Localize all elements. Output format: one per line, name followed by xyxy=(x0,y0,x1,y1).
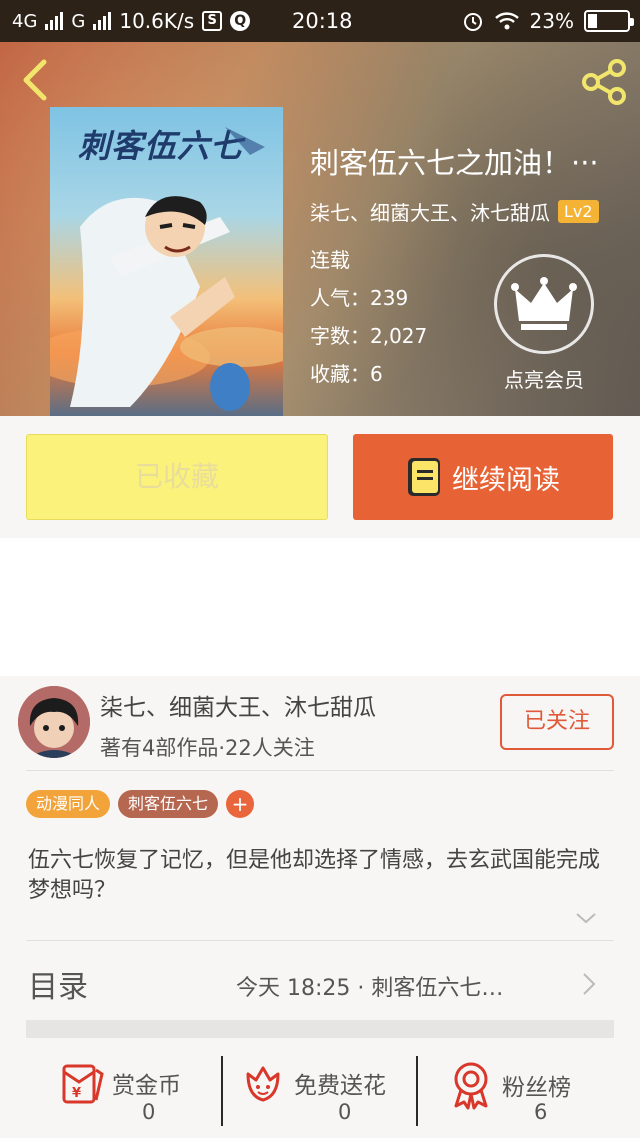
follow-button[interactable]: 已关注 xyxy=(500,694,614,750)
send-flower-button[interactable]: 免费送花 xyxy=(240,1060,386,1106)
fan-ranking-count: 6 xyxy=(534,1100,548,1124)
back-icon[interactable] xyxy=(16,58,56,102)
author-section: 柒七、细菌大王、沐七甜瓜 著有4部作品·22人关注 已关注 xyxy=(0,676,640,772)
book-title: 刺客伍六七之加油！··· xyxy=(310,146,599,180)
chevron-down-icon[interactable] xyxy=(575,910,597,926)
favorites-stat: 收藏：6 xyxy=(310,362,383,386)
fan-ranking-label: 粉丝榜 xyxy=(502,1075,571,1101)
author-stats: 著有4部作品·22人关注 xyxy=(100,736,315,760)
send-flower-label: 免费送花 xyxy=(294,1073,386,1099)
divider xyxy=(26,770,614,771)
interaction-bar: ¥ 赏金币 0 免费送花 0 粉丝榜 6 xyxy=(0,1050,640,1138)
book-header: 刺客伍六七 刺客伍六七之加油！··· 柒七、细菌大王、沐七甜瓜 Lv2 连载 人… xyxy=(0,42,640,416)
book-description: 伍六七恢复了记忆，但是他却选择了情感，去玄武国能完成梦想吗？ xyxy=(28,848,601,903)
word-count-stat: 字数：2,027 xyxy=(310,324,428,348)
tag-list: 动漫同人 刺客伍六七 + xyxy=(26,790,255,818)
toc-label: 目录 xyxy=(28,970,88,1005)
alarm-icon xyxy=(463,13,482,31)
battery-fill xyxy=(588,14,597,28)
clock: 20:18 xyxy=(292,9,353,33)
avatar-image xyxy=(18,686,90,758)
fan-ranking-button[interactable]: 粉丝榜 xyxy=(448,1060,571,1110)
book-cover[interactable]: 刺客伍六七 xyxy=(50,107,283,416)
signal-strength-icon-2 xyxy=(93,12,112,30)
book-authors[interactable]: 柒七、细菌大王、沐七甜瓜 xyxy=(310,197,550,226)
battery-icon xyxy=(584,10,634,32)
separator-bar xyxy=(26,1020,614,1038)
author-name[interactable]: 柒七、细菌大王、沐七甜瓜 xyxy=(100,688,376,722)
svg-text:¥: ¥ xyxy=(72,1086,81,1101)
status-right: 23% xyxy=(462,9,634,33)
network-speed: 10.6K/s xyxy=(119,9,195,33)
send-flower-count: 0 xyxy=(338,1100,352,1124)
vertical-divider xyxy=(221,1056,223,1126)
table-of-contents-row[interactable]: 目录 今天 18:25 · 刺客伍六七… xyxy=(0,942,640,1022)
reward-coins-button[interactable]: ¥ 赏金币 xyxy=(56,1060,181,1106)
add-tag-button[interactable]: + xyxy=(226,790,255,818)
serial-status: 连载 xyxy=(310,248,350,272)
book-detail-page: 4G G 10.6K/s S Q 20:18 23% 刺客伍六七 刺客伍六七之加… xyxy=(0,0,640,1138)
continue-reading-label: 继续阅读 xyxy=(452,464,560,496)
medal-icon xyxy=(454,1062,488,1110)
network-type-label-2: G xyxy=(71,10,86,32)
wifi-icon xyxy=(494,12,519,30)
share-icon[interactable] xyxy=(580,58,628,106)
action-buttons: 已收藏 继续阅读 xyxy=(0,416,640,538)
blank-area xyxy=(0,538,640,676)
divider xyxy=(26,940,614,941)
tag-anime-fanfic[interactable]: 动漫同人 xyxy=(26,790,111,818)
flower-icon xyxy=(246,1066,280,1102)
chevron-right-icon xyxy=(583,973,596,995)
network-type-label: 4G xyxy=(12,10,38,32)
vertical-divider xyxy=(416,1056,418,1126)
reward-coins-label: 赏金币 xyxy=(112,1073,181,1099)
collected-button[interactable]: 已收藏 xyxy=(26,434,328,520)
tag-assassin-567[interactable]: 刺客伍六七 xyxy=(118,790,219,818)
level-badge: Lv2 xyxy=(558,200,599,223)
vip-button[interactable] xyxy=(494,254,594,354)
status-left: 4G G 10.6K/s S Q xyxy=(12,9,251,33)
continue-reading-button[interactable]: 继续阅读 xyxy=(353,434,613,520)
book-icon xyxy=(408,458,440,496)
red-envelope-icon: ¥ xyxy=(62,1064,104,1104)
latest-chapter: 今天 18:25 · 刺客伍六七… xyxy=(236,976,504,1001)
crown-icon xyxy=(511,277,577,330)
reward-coins-count: 0 xyxy=(142,1100,156,1124)
battery-percent: 23% xyxy=(529,9,574,33)
qq-icon: Q xyxy=(230,11,251,31)
book-authors-row: 柒七、细菌大王、沐七甜瓜 Lv2 xyxy=(310,197,599,226)
author-avatar[interactable] xyxy=(18,686,90,758)
popularity-stat: 人气：239 xyxy=(310,286,409,310)
signal-strength-icon xyxy=(45,12,64,30)
vip-label[interactable]: 点亮会员 xyxy=(480,364,608,393)
status-bar: 4G G 10.6K/s S Q 20:18 23% xyxy=(0,0,640,42)
cover-illustration xyxy=(50,127,283,411)
notification-s-icon: S xyxy=(202,11,223,31)
